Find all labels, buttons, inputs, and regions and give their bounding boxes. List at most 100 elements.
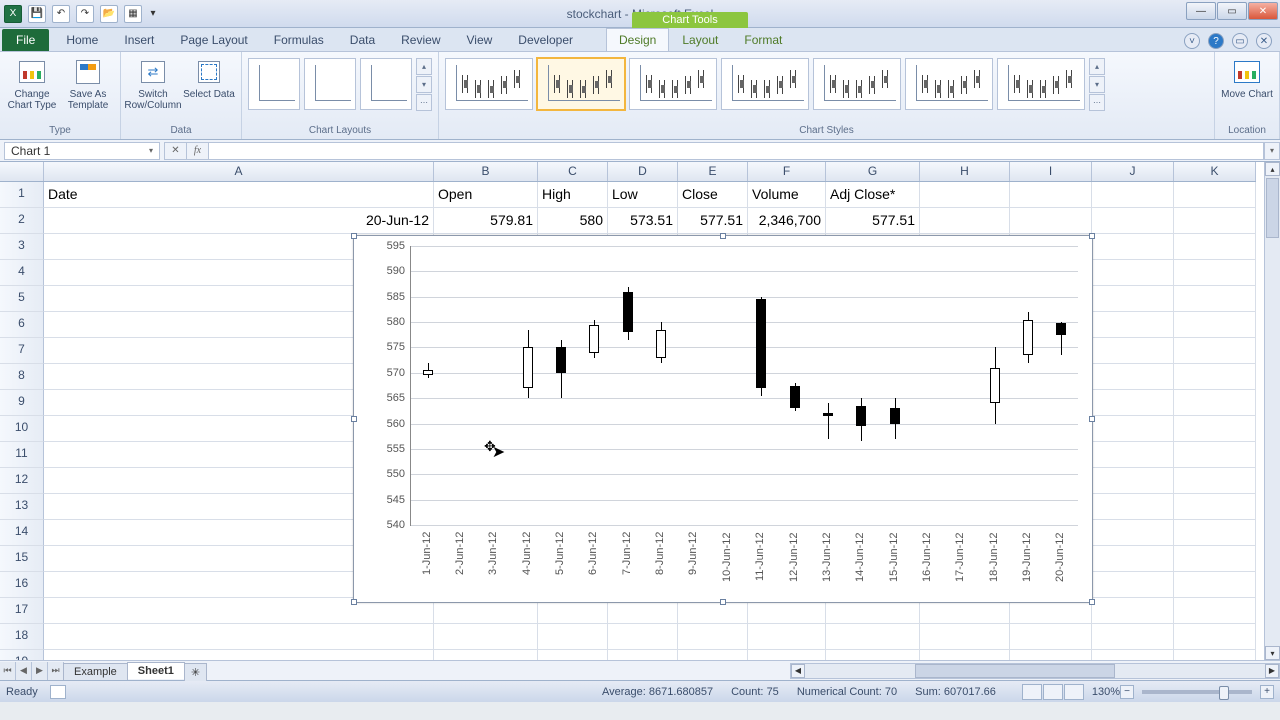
- cell-G19[interactable]: [826, 650, 920, 660]
- cell-E19[interactable]: [678, 650, 748, 660]
- col-header-J[interactable]: J: [1092, 162, 1174, 181]
- cell-J18[interactable]: [1092, 624, 1174, 650]
- candle-body[interactable]: [656, 330, 666, 358]
- cell-J11[interactable]: [1092, 442, 1174, 468]
- cell-G18[interactable]: [826, 624, 920, 650]
- cell-J5[interactable]: [1092, 286, 1174, 312]
- chart-layout-1[interactable]: [248, 58, 300, 110]
- resize-handle[interactable]: [351, 416, 357, 422]
- worksheet-area[interactable]: ABCDEFGHIJK 1234567891011121314151617181…: [0, 162, 1280, 660]
- scroll-thumb[interactable]: [1266, 178, 1279, 238]
- col-header-G[interactable]: G: [826, 162, 920, 181]
- tab-design[interactable]: Design: [606, 28, 669, 51]
- chart-style-1[interactable]: [445, 58, 533, 110]
- resize-handle[interactable]: [351, 233, 357, 239]
- horizontal-scrollbar[interactable]: ◀ ▶: [790, 663, 1280, 679]
- col-header-H[interactable]: H: [920, 162, 1010, 181]
- cell-J2[interactable]: [1092, 208, 1174, 234]
- scroll-right-button[interactable]: ▶: [1265, 664, 1279, 678]
- cell-K17[interactable]: [1174, 598, 1256, 624]
- row-header-15[interactable]: 15: [0, 546, 44, 572]
- candle-body[interactable]: [890, 408, 900, 423]
- cell-D1[interactable]: Low: [608, 182, 678, 208]
- cell-J16[interactable]: [1092, 572, 1174, 598]
- candle-body[interactable]: [823, 413, 833, 416]
- tab-nav-last[interactable]: ⏭: [48, 662, 64, 680]
- cell-I18[interactable]: [1010, 624, 1092, 650]
- chart-style-2[interactable]: [537, 58, 625, 110]
- cell-K4[interactable]: [1174, 260, 1256, 286]
- move-chart-button[interactable]: Move Chart: [1221, 54, 1273, 100]
- row-header-17[interactable]: 17: [0, 598, 44, 624]
- cell-J4[interactable]: [1092, 260, 1174, 286]
- excel-icon[interactable]: X: [4, 5, 22, 23]
- resize-handle[interactable]: [1089, 233, 1095, 239]
- page-break-view-button[interactable]: [1064, 684, 1084, 700]
- open-icon[interactable]: 📂: [100, 5, 118, 23]
- chart-style-5[interactable]: [813, 58, 901, 110]
- cell-G2[interactable]: 577.51: [826, 208, 920, 234]
- row-header-10[interactable]: 10: [0, 416, 44, 442]
- resize-handle[interactable]: [1089, 416, 1095, 422]
- cell-K18[interactable]: [1174, 624, 1256, 650]
- cell-D2[interactable]: 573.51: [608, 208, 678, 234]
- cell-A1[interactable]: Date: [44, 182, 434, 208]
- cell-E18[interactable]: [678, 624, 748, 650]
- new-icon[interactable]: ▦: [124, 5, 142, 23]
- tab-layout[interactable]: Layout: [669, 28, 731, 51]
- cell-J13[interactable]: [1092, 494, 1174, 520]
- cell-J15[interactable]: [1092, 546, 1174, 572]
- chart-layout-2[interactable]: [304, 58, 356, 110]
- cell-J9[interactable]: [1092, 390, 1174, 416]
- row-header-9[interactable]: 9: [0, 390, 44, 416]
- sheet-tab-sheet1[interactable]: Sheet1: [127, 662, 185, 679]
- cell-J8[interactable]: [1092, 364, 1174, 390]
- switch-row-column-button[interactable]: Switch Row/Column: [127, 54, 179, 111]
- zoom-in-button[interactable]: +: [1260, 685, 1274, 699]
- row-header-11[interactable]: 11: [0, 442, 44, 468]
- cell-J14[interactable]: [1092, 520, 1174, 546]
- zoom-level[interactable]: 130%: [1092, 686, 1120, 698]
- insert-function-button[interactable]: fx: [186, 142, 208, 160]
- row-header-2[interactable]: 2: [0, 208, 44, 234]
- tab-insert[interactable]: Insert: [111, 28, 167, 51]
- row-header-4[interactable]: 4: [0, 260, 44, 286]
- cell-K2[interactable]: [1174, 208, 1256, 234]
- cell-I1[interactable]: [1010, 182, 1092, 208]
- candle-body[interactable]: [790, 386, 800, 409]
- tab-formulas[interactable]: Formulas: [261, 28, 337, 51]
- row-header-12[interactable]: 12: [0, 468, 44, 494]
- cell-K19[interactable]: [1174, 650, 1256, 660]
- cell-K8[interactable]: [1174, 364, 1256, 390]
- cell-B19[interactable]: [434, 650, 538, 660]
- cell-K11[interactable]: [1174, 442, 1256, 468]
- qat-dropdown-icon[interactable]: ▾: [148, 5, 158, 23]
- cell-F18[interactable]: [748, 624, 826, 650]
- cell-K13[interactable]: [1174, 494, 1256, 520]
- chart-layout-3[interactable]: [360, 58, 412, 110]
- cell-H2[interactable]: [920, 208, 1010, 234]
- save-as-template-button[interactable]: Save As Template: [62, 54, 114, 111]
- macro-record-icon[interactable]: [50, 685, 66, 699]
- vertical-scrollbar[interactable]: ▴ ▾: [1264, 162, 1280, 660]
- candle-body[interactable]: [756, 299, 766, 388]
- candle-body[interactable]: [1056, 323, 1066, 335]
- tab-review[interactable]: Review: [388, 28, 453, 51]
- layouts-more[interactable]: ⋯: [416, 94, 432, 111]
- page-layout-view-button[interactable]: [1043, 684, 1063, 700]
- chart-style-6[interactable]: [905, 58, 993, 110]
- scroll-up-button[interactable]: ▴: [1265, 162, 1280, 176]
- cell-F2[interactable]: 2,346,700: [748, 208, 826, 234]
- col-header-K[interactable]: K: [1174, 162, 1256, 181]
- row-header-13[interactable]: 13: [0, 494, 44, 520]
- file-tab[interactable]: File: [2, 29, 49, 51]
- normal-view-button[interactable]: [1022, 684, 1042, 700]
- col-header-A[interactable]: A: [44, 162, 434, 181]
- cell-H1[interactable]: [920, 182, 1010, 208]
- cell-E2[interactable]: 577.51: [678, 208, 748, 234]
- cell-I19[interactable]: [1010, 650, 1092, 660]
- redo-icon[interactable]: ↷: [76, 5, 94, 23]
- row-header-16[interactable]: 16: [0, 572, 44, 598]
- cell-J10[interactable]: [1092, 416, 1174, 442]
- cell-J3[interactable]: [1092, 234, 1174, 260]
